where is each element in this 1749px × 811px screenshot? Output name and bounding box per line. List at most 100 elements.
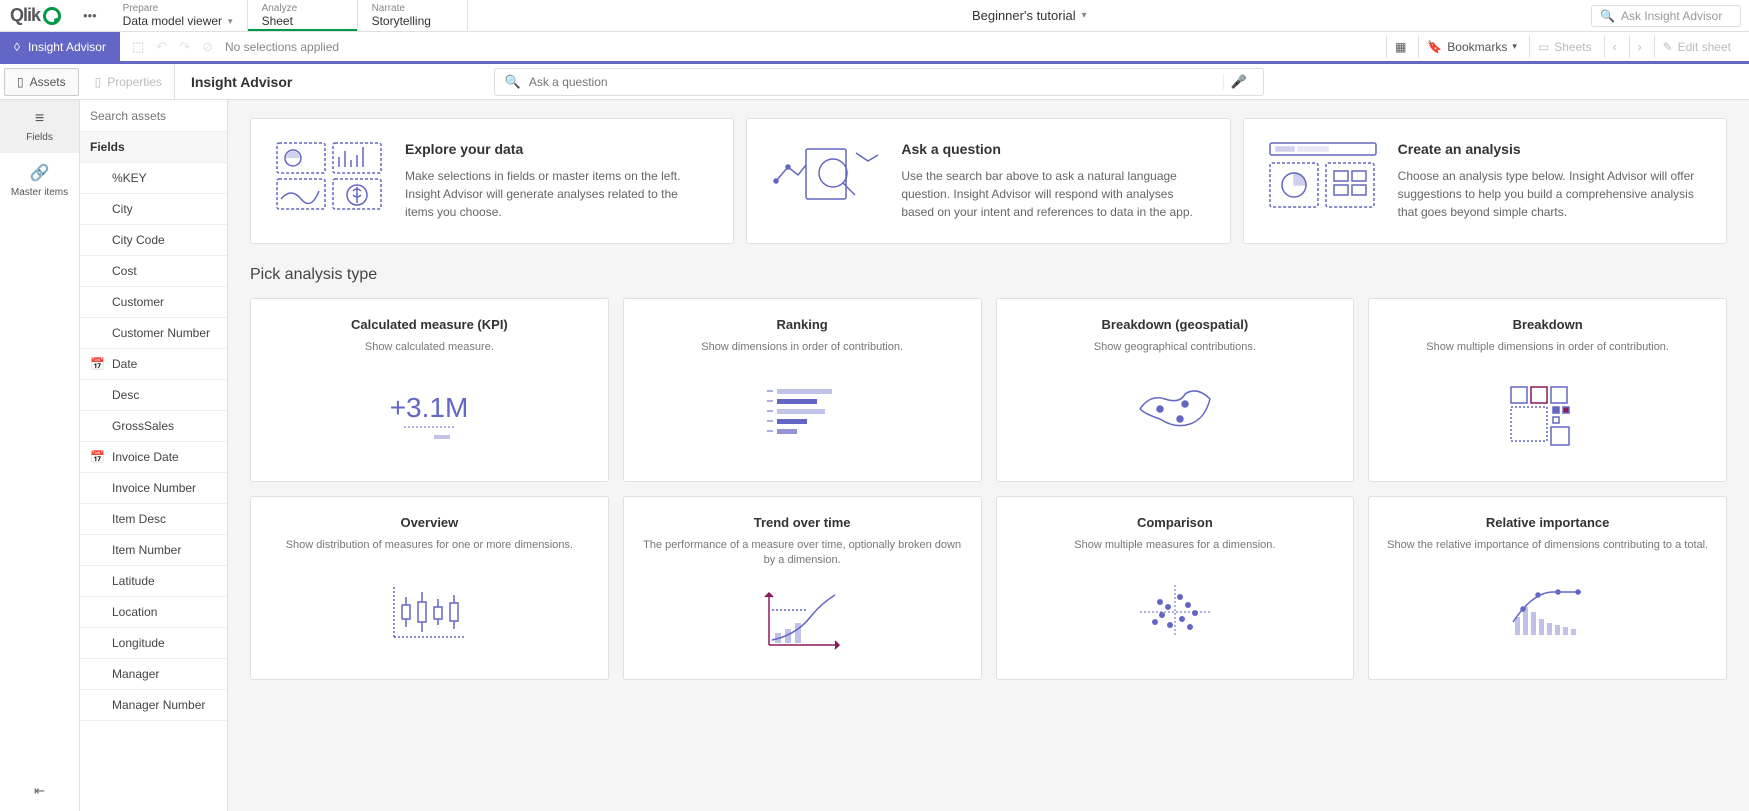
ask-question-bar[interactable]: 🔍 🎤	[494, 68, 1264, 96]
app-title[interactable]: Beginner's tutorial ▾	[468, 8, 1591, 23]
analysis-type-desc: Show the relative importance of dimensio…	[1385, 538, 1710, 553]
intro-card-ask[interactable]: Ask a question Use the search bar above …	[746, 118, 1230, 244]
svg-text:+3.1M: +3.1M	[390, 392, 469, 423]
properties-label: Properties	[107, 75, 162, 89]
analysis-type-thumbnail-icon	[640, 365, 965, 463]
analysis-type-card[interactable]: Breakdown (geospatial)Show geographical …	[996, 298, 1355, 482]
calendar-icon: 📅	[90, 450, 104, 464]
tab-analyze-label-top: Analyze	[262, 3, 343, 14]
rail-master-label: Master items	[11, 187, 68, 198]
field-label: Latitude	[112, 574, 155, 588]
field-row[interactable]: Item Desc	[80, 504, 227, 535]
field-row[interactable]: Manager	[80, 659, 227, 690]
field-label: Cost	[112, 264, 137, 278]
field-label: Desc	[112, 388, 139, 402]
more-menu-button[interactable]: •••	[71, 8, 109, 23]
tab-narrate-label-top: Narrate	[372, 3, 453, 14]
analysis-type-card[interactable]: ComparisonShow multiple measures for a d…	[996, 496, 1355, 680]
microphone-icon[interactable]: 🎤	[1223, 74, 1252, 90]
analysis-type-title: Ranking	[640, 317, 965, 332]
tab-prepare-label-top: Prepare	[123, 3, 233, 14]
field-row[interactable]: Invoice Number	[80, 473, 227, 504]
field-label: %KEY	[112, 171, 147, 185]
search-assets-input[interactable]	[90, 109, 217, 123]
field-row[interactable]: Location	[80, 597, 227, 628]
sheets-icon: ▭	[1538, 40, 1549, 54]
rail-master-items[interactable]: 🔗 Master items	[0, 153, 79, 208]
explore-illustration-icon	[275, 141, 385, 211]
tab-analyze[interactable]: Analyze Sheet	[248, 0, 358, 31]
intro-card-explore[interactable]: Explore your data Make selections in fie…	[250, 118, 734, 244]
analysis-type-desc: Show dimensions in order of contribution…	[640, 340, 965, 355]
analysis-type-card[interactable]: Ranking Show dimensions in order of contr…	[623, 298, 982, 482]
collapse-rail-button[interactable]: ⇤	[22, 771, 57, 811]
intro-explore-title: Explore your data	[405, 141, 709, 157]
panel-icon: ▯	[17, 75, 24, 89]
field-row[interactable]: %KEY	[80, 163, 227, 194]
intro-ask-title: Ask a question	[901, 141, 1205, 157]
selections-tool-button[interactable]: ▦	[1386, 36, 1414, 58]
field-row[interactable]: Customer Number	[80, 318, 227, 349]
app-title-text: Beginner's tutorial	[972, 8, 1076, 23]
top-search[interactable]: 🔍 Ask Insight Advisor	[1591, 5, 1741, 27]
bookmark-icon: 🔖	[1427, 40, 1442, 54]
field-row[interactable]: Cost	[80, 256, 227, 287]
smart-search-icon[interactable]: ⬚	[132, 39, 144, 55]
selection-bar: ◊ Insight Advisor ⬚ ↶ ↷ ⊘ No selections …	[0, 32, 1749, 64]
analysis-type-title: Trend over time	[640, 515, 965, 530]
search-icon: 🔍	[505, 74, 521, 90]
analysis-type-thumbnail-icon	[1013, 365, 1338, 463]
analysis-type-desc: Show multiple dimensions in order of con…	[1385, 340, 1710, 355]
field-row[interactable]: Manager Number	[80, 690, 227, 721]
tab-narrate[interactable]: Narrate Storytelling	[358, 0, 468, 31]
create-illustration-icon	[1268, 141, 1378, 211]
analysis-type-card[interactable]: OverviewShow distribution of measures fo…	[250, 496, 609, 680]
analysis-type-desc: The performance of a measure over time, …	[640, 538, 965, 569]
assets-label: Assets	[30, 75, 66, 89]
chevron-down-icon: ▾	[1082, 10, 1087, 21]
main-layout: ≡ Fields 🔗 Master items ⇤ Fields %KEY Cit…	[0, 100, 1749, 811]
tab-prepare[interactable]: Prepare Data model viewer▾	[109, 0, 248, 31]
tab-analyze-label-bottom: Sheet	[262, 14, 343, 28]
field-row[interactable]: Customer	[80, 287, 227, 318]
clear-selections-icon: ⊘	[202, 39, 213, 55]
field-label: Customer Number	[112, 326, 210, 340]
field-row[interactable]: Longitude	[80, 628, 227, 659]
field-row[interactable]: 📅Date	[80, 349, 227, 380]
field-row[interactable]: Item Number	[80, 535, 227, 566]
rail-fields[interactable]: ≡ Fields	[0, 100, 79, 153]
analysis-type-card[interactable]: Calculated measure (KPI)Show calculated …	[250, 298, 609, 482]
ask-question-input[interactable]	[529, 75, 1216, 89]
field-row[interactable]: GrossSales	[80, 411, 227, 442]
insight-advisor-button[interactable]: ◊ Insight Advisor	[0, 32, 120, 61]
search-assets[interactable]	[80, 100, 227, 132]
fields-header: Fields	[80, 132, 227, 163]
intro-ask-body: Use the search bar above to ask a natura…	[901, 167, 1205, 221]
field-label: Manager	[112, 667, 159, 681]
analysis-type-thumbnail-icon	[267, 563, 592, 661]
field-list[interactable]: %KEY City City Code Cost Customer Customer Nu…	[80, 163, 227, 811]
field-row[interactable]: Latitude	[80, 566, 227, 597]
page-title: Insight Advisor	[174, 64, 308, 99]
analysis-type-card[interactable]: Relative importanceShow the relative imp…	[1368, 496, 1727, 680]
edit-sheet-button: ✎ Edit sheet	[1654, 36, 1739, 58]
field-row[interactable]: 📅 Invoice Date	[80, 442, 227, 473]
analysis-type-thumbnail-icon	[1385, 365, 1710, 463]
field-row[interactable]: City	[80, 194, 227, 225]
analysis-type-card[interactable]: BreakdownShow multiple dimensions in ord…	[1368, 298, 1727, 482]
analysis-type-card[interactable]: Trend over time The performance of a meas…	[623, 496, 982, 680]
edit-sheet-label: Edit sheet	[1678, 40, 1731, 54]
field-row[interactable]: Desc	[80, 380, 227, 411]
tab-prepare-label-bottom: Data model viewer	[123, 14, 222, 28]
intro-create-title: Create an analysis	[1398, 141, 1702, 157]
qlik-logo[interactable]: Qlik	[0, 5, 71, 26]
grid-icon: ▦	[1395, 40, 1406, 54]
field-row[interactable]: City Code	[80, 225, 227, 256]
field-label: City	[112, 202, 133, 216]
analysis-type-desc: Show calculated measure.	[267, 340, 592, 355]
assets-toggle[interactable]: ▯ Assets	[4, 68, 79, 96]
properties-bar: ▯ Assets ▯ Properties Insight Advisor 🔍 …	[0, 64, 1749, 100]
field-label: Invoice Date	[112, 450, 179, 464]
bookmarks-button[interactable]: 🔖 Bookmarks ▾	[1418, 36, 1525, 58]
intro-card-create[interactable]: Create an analysis Choose an analysis ty…	[1243, 118, 1727, 244]
